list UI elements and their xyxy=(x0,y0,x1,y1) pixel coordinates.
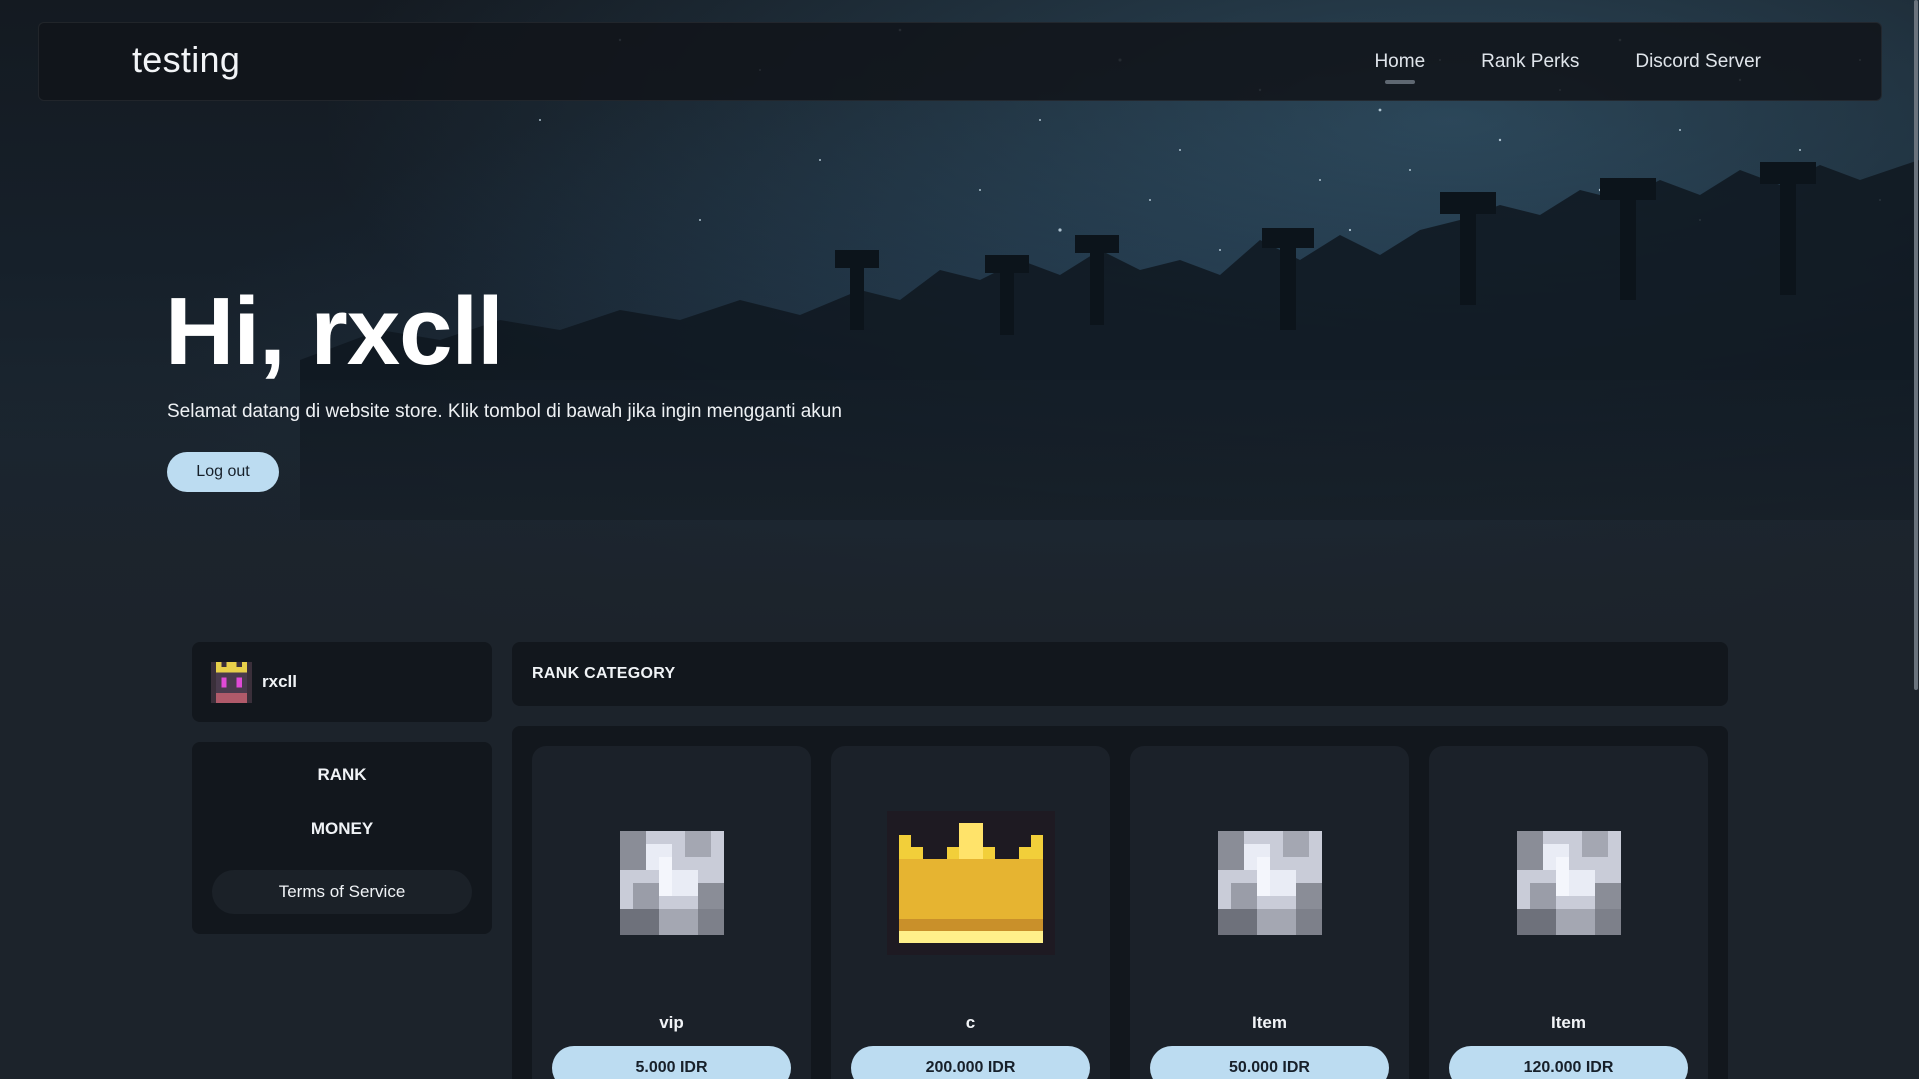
nav-link-discord-server[interactable]: Discord Server xyxy=(1635,51,1761,73)
brand-logo-text[interactable]: testing xyxy=(132,39,240,81)
product-price-button[interactable]: 50.000 IDR xyxy=(1150,1046,1389,1079)
user-card: rxcll xyxy=(192,642,492,722)
nav-links: Home Rank Perks Discord Server xyxy=(1374,51,1761,73)
product-name: c xyxy=(965,1013,976,1032)
product-price-button[interactable]: 120.000 IDR xyxy=(1449,1046,1688,1079)
category-title: RANK CATEGORY xyxy=(532,665,676,682)
username-label: rxcll xyxy=(262,672,297,691)
product-name: vip xyxy=(659,1013,684,1032)
product-card[interactable]: Item 120.000 IDR xyxy=(1429,746,1708,1079)
navbar: testing Home Rank Perks Discord Server xyxy=(38,22,1882,101)
product-card[interactable]: Item 50.000 IDR xyxy=(1130,746,1409,1079)
iron-block-icon xyxy=(1217,831,1322,935)
scrollbar-thumb[interactable] xyxy=(1914,0,1918,690)
menu-item-money[interactable]: MONEY xyxy=(192,819,492,839)
products-panel: vip 5.000 IDR c 200.000 IDR Item 50.000 … xyxy=(512,726,1728,1079)
menu-item-rank[interactable]: RANK xyxy=(192,765,492,785)
terms-of-service-button[interactable]: Terms of Service xyxy=(212,870,472,914)
iron-block-icon xyxy=(1516,831,1621,935)
gold-crown-icon xyxy=(886,811,1055,955)
iron-block-icon xyxy=(619,831,724,935)
product-name: Item xyxy=(1252,1013,1287,1032)
logout-button[interactable]: Log out xyxy=(167,452,279,492)
product-card[interactable]: vip 5.000 IDR xyxy=(532,746,811,1079)
hero-greeting: Hi, rxcll xyxy=(165,278,504,385)
category-header: RANK CATEGORY xyxy=(512,642,1728,706)
product-price-button[interactable]: 200.000 IDR xyxy=(851,1046,1090,1079)
product-name: Item xyxy=(1551,1013,1586,1032)
page-scrollbar[interactable] xyxy=(1913,0,1919,1079)
player-avatar-icon xyxy=(211,662,252,703)
product-card[interactable]: c 200.000 IDR xyxy=(831,746,1110,1079)
hero-subtitle: Selamat datang di website store. Klik to… xyxy=(167,401,842,422)
nav-link-rank-perks[interactable]: Rank Perks xyxy=(1481,51,1579,73)
nav-link-home[interactable]: Home xyxy=(1374,51,1425,73)
category-menu: RANK MONEY Terms of Service xyxy=(192,742,492,934)
product-price-button[interactable]: 5.000 IDR xyxy=(552,1046,791,1079)
